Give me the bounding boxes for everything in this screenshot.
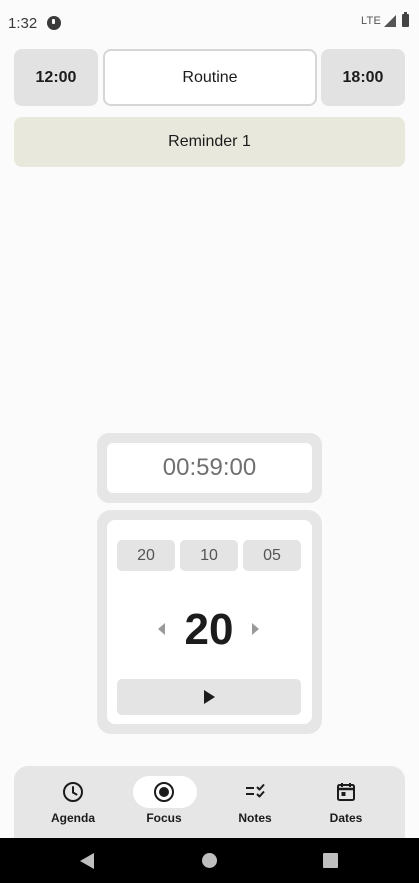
timer-frame: 00:59:00: [97, 433, 322, 503]
recent-apps-icon[interactable]: [323, 853, 338, 868]
timer-display: 00:59:00: [107, 443, 312, 493]
calendar-icon: [337, 783, 355, 801]
system-navigation-bar: [0, 838, 419, 883]
increase-arrow-icon[interactable]: [252, 623, 259, 635]
start-time-button[interactable]: 12:00: [14, 49, 98, 106]
nav-item-notes[interactable]: Notes: [206, 766, 304, 838]
nav-item-dates[interactable]: Dates: [297, 766, 395, 838]
routine-field[interactable]: Routine: [103, 49, 317, 106]
decrease-arrow-icon[interactable]: [158, 623, 165, 635]
status-time: 1:32: [8, 15, 38, 32]
play-button[interactable]: [117, 679, 301, 715]
network-type-label: LTE: [361, 14, 381, 27]
clock-icon: [63, 782, 83, 802]
duration-value: 20: [184, 605, 234, 654]
bottom-navigation: Agenda Focus Notes Dates: [14, 766, 405, 838]
back-icon[interactable]: [80, 853, 94, 869]
nav-label-notes: Notes: [238, 811, 272, 825]
checklist-icon: [246, 783, 265, 798]
home-icon[interactable]: [202, 853, 217, 868]
reminder-bar[interactable]: Reminder 1: [14, 117, 405, 167]
battery-icon: [402, 12, 409, 27]
play-icon: [204, 690, 215, 704]
nav-label-agenda: Agenda: [50, 811, 95, 825]
nav-label-dates: Dates: [329, 811, 363, 825]
nav-item-agenda[interactable]: Agenda: [24, 766, 122, 838]
nav-label-focus: Focus: [146, 811, 182, 825]
preset-button-05[interactable]: 05: [243, 540, 301, 571]
preset-button-10[interactable]: 10: [180, 540, 238, 571]
duration-picker: 20 10 05 20: [97, 510, 322, 734]
app-notification-icon: [47, 16, 61, 30]
status-indicators: LTE: [361, 12, 409, 27]
picker-panel: 20 10 05 20: [107, 520, 312, 724]
status-bar: 1:32 LTE: [0, 0, 419, 48]
preset-button-20[interactable]: 20: [117, 540, 175, 571]
record-icon: [154, 782, 174, 802]
end-time-button[interactable]: 18:00: [321, 49, 405, 106]
signal-icon: [384, 14, 396, 27]
nav-item-focus[interactable]: Focus: [115, 766, 213, 838]
